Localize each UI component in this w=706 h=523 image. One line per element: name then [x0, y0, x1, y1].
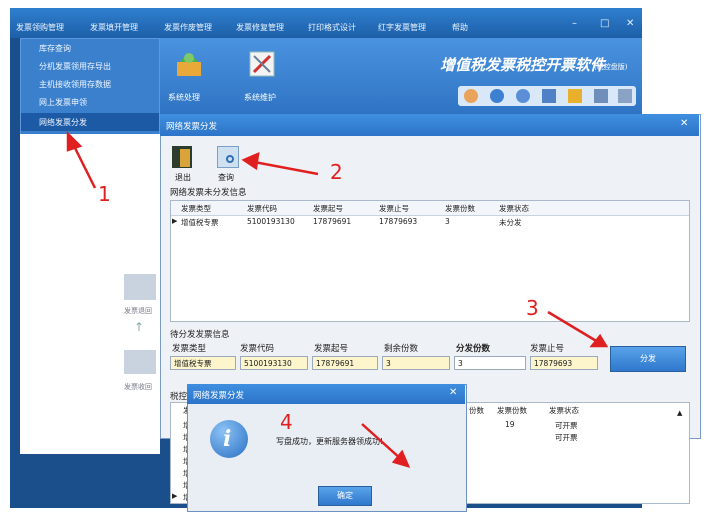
annotation-label-2: 2 [330, 160, 343, 184]
annotation-arrow-3 [547, 310, 599, 344]
annotation-arrowhead-1 [66, 130, 83, 152]
annotation-label-4: 4 [280, 410, 293, 434]
annotation-label-3: 3 [526, 296, 539, 320]
annotation-overlay [66, 130, 609, 468]
annotation-label-1: 1 [98, 182, 111, 206]
annotation-arrow-4 [361, 423, 403, 461]
annotation-arrow-1 [71, 143, 97, 189]
annotation-arrowhead-2 [241, 151, 260, 171]
annotation-arrow-2 [253, 160, 319, 176]
